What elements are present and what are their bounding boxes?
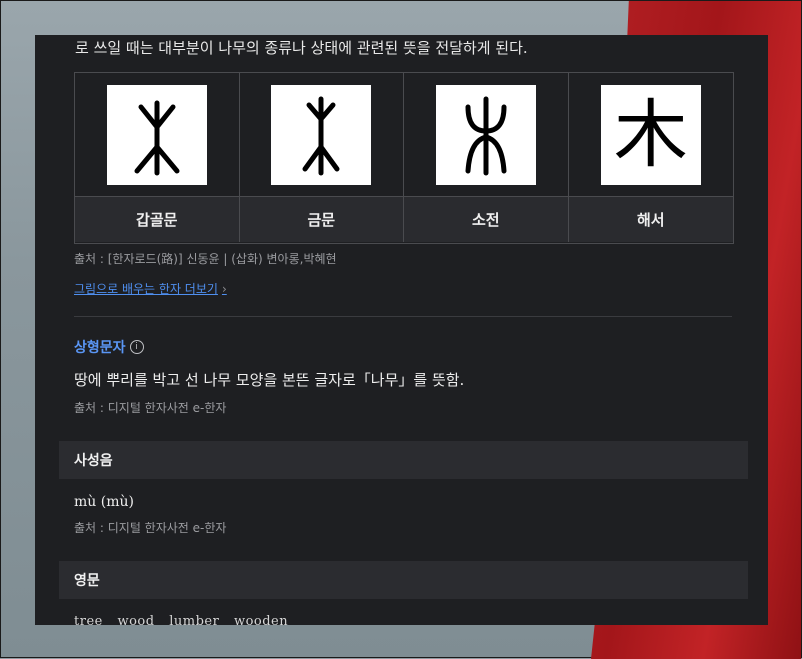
regular-script-glyph-icon: 木 (600, 84, 701, 185)
formation-meaning: 땅에 뿌리를 박고 선 나무 모양을 본뜬 글자로「나무」를 뜻함. (74, 371, 465, 389)
english-heading: 영문 (59, 561, 748, 599)
section-divider (74, 316, 732, 317)
english-word: tree (74, 614, 103, 625)
regular-script-char: 木 (613, 91, 688, 178)
glyph-cell-oracle (75, 73, 240, 197)
english-words: tree wood lumber wooden (74, 614, 298, 625)
pronunciation-heading: 사성음 (59, 441, 748, 479)
pronunciation-source: 출처 : 디지털 한자사전 e-한자 (74, 521, 227, 535)
dictionary-panel: 로 쓰일 때는 대부분이 나무의 종류나 상태에 관련된 뜻을 전달하게 된다. (35, 35, 768, 625)
formation-type-row: 상형문자 i (74, 337, 144, 357)
formation-source: 출처 : 디지털 한자사전 e-한자 (74, 401, 227, 415)
glyph-evolution-table: 木 갑골문 금문 소전 해서 (74, 72, 734, 244)
more-glyphs-link-label[interactable]: 그림으로 배우는 한자 더보기 (74, 282, 218, 296)
script-label-regular: 해서 (568, 197, 733, 242)
script-label-oracle: 갑골문 (75, 197, 240, 242)
glyph-cell-small-seal (404, 73, 569, 197)
screen-frame: 로 쓰일 때는 대부분이 나무의 종류나 상태에 관련된 뜻을 전달하게 된다. (0, 0, 802, 659)
chevron-right-icon: › (221, 282, 227, 296)
image-source: 출처 : [한자로드(路)] 신동윤 | (삽화) 변아롱,박혜현 (74, 252, 337, 266)
glyph-cell-regular: 木 (568, 73, 733, 197)
english-word: wooden (233, 614, 289, 625)
oracle-bone-glyph-icon (106, 84, 207, 185)
formation-type[interactable]: 상형문자 (74, 337, 126, 357)
script-label-bronze: 금문 (239, 197, 404, 242)
english-word: lumber (169, 614, 220, 625)
intro-text: 로 쓰일 때는 대부분이 나무의 종류나 상태에 관련된 뜻을 전달하게 된다. (75, 39, 528, 57)
info-icon[interactable]: i (129, 340, 144, 354)
bronze-script-glyph-icon (271, 84, 372, 185)
more-glyphs-link[interactable]: 그림으로 배우는 한자 더보기 › (74, 280, 227, 297)
glyph-cell-bronze (239, 73, 404, 197)
english-word: wood (117, 614, 155, 625)
pronunciation-reading: mù (mù) (74, 494, 134, 510)
small-seal-glyph-icon (435, 84, 536, 185)
script-label-small-seal: 소전 (404, 197, 569, 242)
